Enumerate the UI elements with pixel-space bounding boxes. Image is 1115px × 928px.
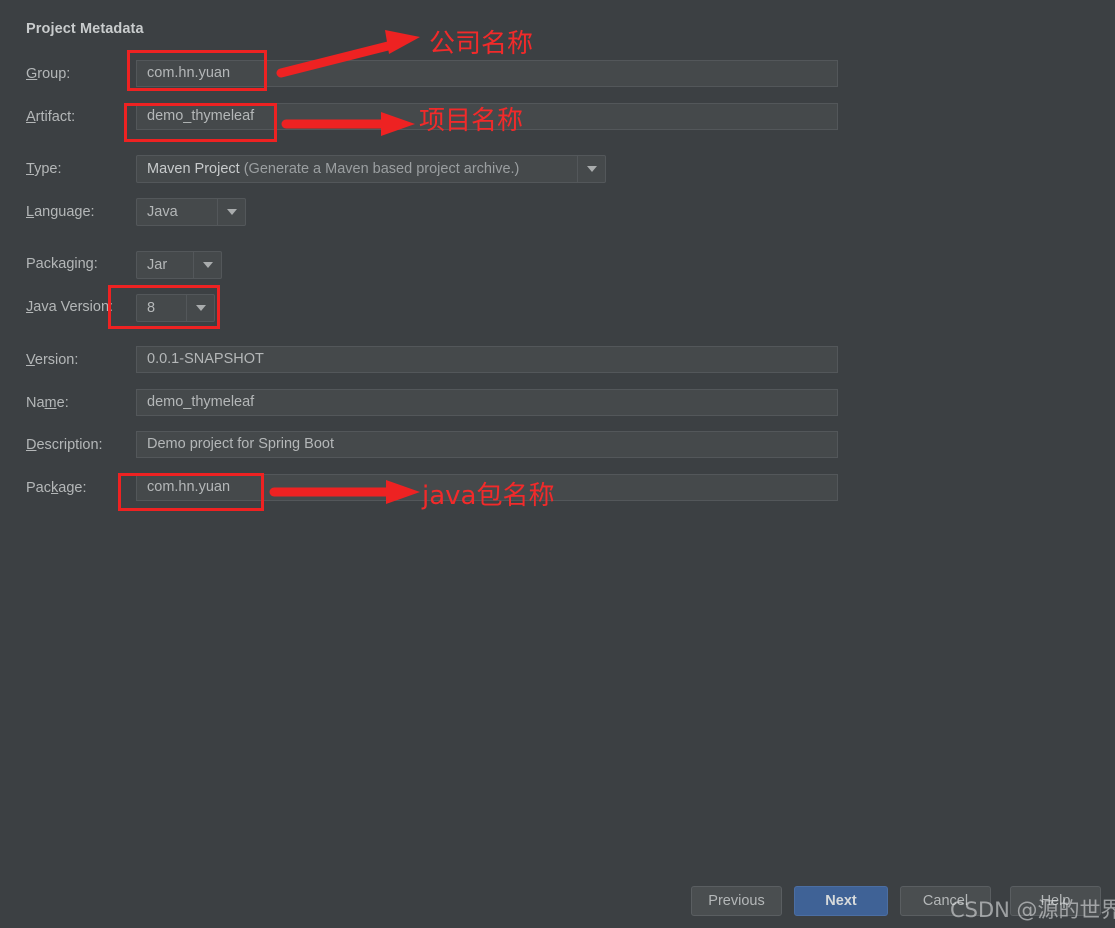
language-label-rest: anguage: <box>34 204 95 220</box>
java-version-label-post: ava Version: <box>33 299 114 315</box>
group-label-mnemonic: G <box>26 66 38 82</box>
name-label-mnemonic: m <box>44 395 57 411</box>
package-label-post: age: <box>58 480 87 496</box>
description-label-mnemonic: D <box>26 437 37 453</box>
artifact-label-rest: rtifact: <box>35 109 76 125</box>
description-label: Description: <box>26 431 103 459</box>
type-label-rest: ype: <box>34 161 62 177</box>
previous-button[interactable]: Previous <box>691 886 782 916</box>
packaging-combobox-arrow[interactable] <box>193 252 221 278</box>
artifact-label-mnemonic: A <box>26 109 36 125</box>
name-label-pre: Na <box>26 395 45 411</box>
annotation-company-name: 公司名称 <box>429 29 534 59</box>
name-input[interactable]: demo_thymeleaf <box>136 389 838 416</box>
annotation-arrows-overlay <box>269 30 420 504</box>
version-label-mnemonic: V <box>26 352 35 368</box>
version-label: Version: <box>26 346 78 374</box>
name-label: Name: <box>26 389 69 417</box>
type-value-secondary: (Generate a Maven based project archive.… <box>243 161 520 177</box>
type-label: Type: <box>26 155 61 183</box>
language-label-mnemonic: L <box>26 204 35 220</box>
packaging-label-post: ing: <box>74 256 98 272</box>
type-combobox-arrow[interactable] <box>577 156 605 182</box>
packaging-label: Packaging: <box>26 250 98 278</box>
description-input[interactable]: Demo project for Spring Boot <box>136 431 838 458</box>
type-value-primary: Maven Project <box>147 161 240 177</box>
java-version-combobox[interactable]: 8 <box>136 294 215 322</box>
type-combobox-value: Maven Project (Generate a Maven based pr… <box>137 156 577 182</box>
type-combobox[interactable]: Maven Project (Generate a Maven based pr… <box>136 155 606 183</box>
language-combobox-arrow[interactable] <box>217 199 245 225</box>
group-input[interactable]: com.hn.yuan <box>136 60 838 87</box>
annotation-java-package-name: java包名称 <box>422 481 555 511</box>
chevron-down-icon <box>195 305 206 311</box>
chevron-down-icon <box>226 209 237 215</box>
csdn-watermark: CSDN @源的世界 <box>950 898 1115 922</box>
java-version-combobox-value: 8 <box>147 300 156 316</box>
page-title: Project Metadata <box>26 21 144 37</box>
package-label-pre: Pac <box>26 480 51 496</box>
java-version-label: Java Version: <box>26 293 113 321</box>
language-label: Language: <box>26 198 95 226</box>
group-label-rest: roup: <box>37 66 71 82</box>
language-combobox-value: Java <box>147 204 178 220</box>
chevron-down-icon <box>202 262 213 268</box>
java-version-combobox-arrow[interactable] <box>186 295 214 321</box>
packaging-combobox-value: Jar <box>147 257 168 273</box>
type-label-mnemonic: T <box>26 161 35 177</box>
package-label: Package: <box>26 474 86 502</box>
packaging-label-pre: Packa <box>26 256 67 272</box>
chevron-down-icon <box>586 166 597 172</box>
packaging-combobox[interactable]: Jar <box>136 251 222 279</box>
description-label-post: escription: <box>36 437 103 453</box>
name-label-post: e: <box>56 395 69 411</box>
version-label-post: ersion: <box>34 352 79 368</box>
group-label: Group: <box>26 60 70 88</box>
artifact-label: Artifact: <box>26 103 75 131</box>
version-input[interactable]: 0.0.1-SNAPSHOT <box>136 346 838 373</box>
next-button[interactable]: Next <box>794 886 888 916</box>
annotation-project-name: 项目名称 <box>419 106 524 136</box>
language-combobox[interactable]: Java <box>136 198 246 226</box>
